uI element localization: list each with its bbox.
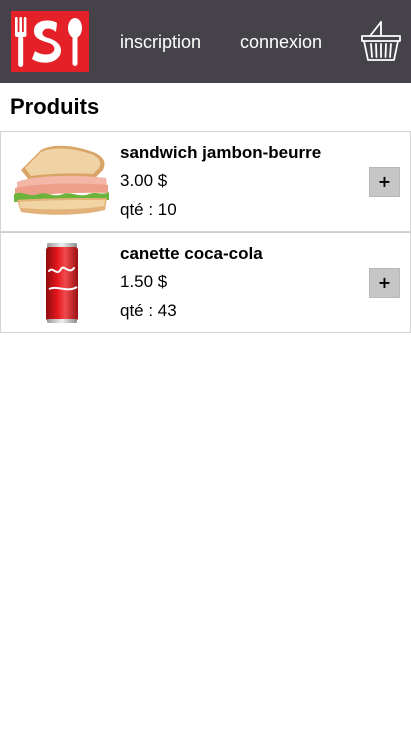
basket-icon[interactable]: [359, 20, 403, 62]
coca-cola-can-image: [46, 243, 78, 323]
add-to-cart-button[interactable]: +: [369, 167, 400, 197]
page-title: Produits: [10, 94, 100, 119]
product-price: 3.00 $: [120, 171, 168, 190]
app-logo[interactable]: [11, 11, 89, 72]
product-name: sandwich jambon-beurre: [120, 143, 322, 162]
product-name: canette coca-cola: [120, 244, 263, 263]
product-quantity: qté : 10: [120, 200, 177, 219]
product-quantity: qté : 43: [120, 301, 177, 320]
top-bar: inscription connexion: [0, 0, 411, 83]
nav-connexion[interactable]: connexion: [240, 31, 322, 53]
product-price: 1.50 $: [120, 272, 168, 291]
product-card: canette coca-cola 1.50 $ qté : 43 +: [0, 232, 411, 333]
nav-inscription[interactable]: inscription: [120, 31, 201, 53]
add-to-cart-button[interactable]: +: [369, 268, 400, 298]
sandwich-image: [14, 145, 109, 215]
product-list: sandwich jambon-beurre 3.00 $ qté : 10 +: [0, 131, 411, 333]
product-card: sandwich jambon-beurre 3.00 $ qté : 10 +: [0, 131, 411, 232]
